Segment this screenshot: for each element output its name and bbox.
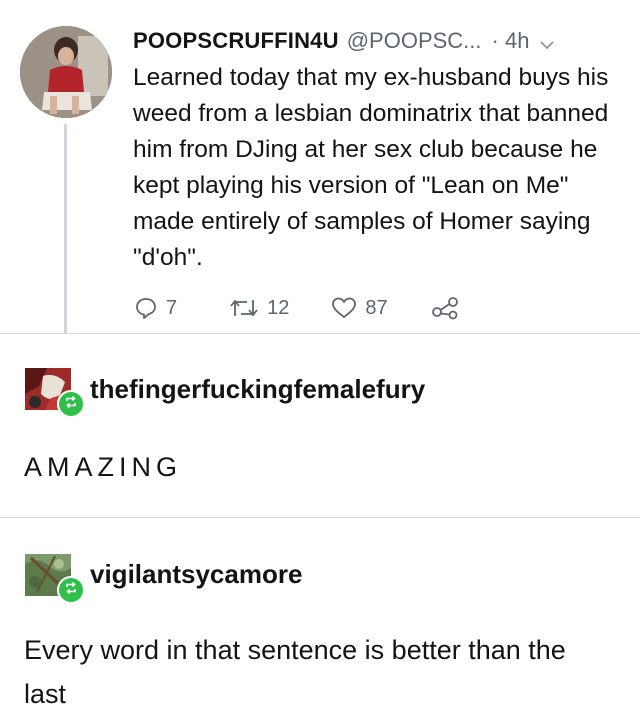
- tweet-header: POOPSCRUFFIN4U @POOPSC... · 4h: [133, 24, 633, 58]
- retweet-count: 12: [267, 296, 290, 319]
- reblog-icon: [64, 581, 78, 600]
- reblog-text: AMAZING: [24, 452, 183, 482]
- like-count: 87: [365, 296, 388, 319]
- reblog-text: Every word in that sentence is better th…: [24, 635, 566, 709]
- reblog-avatar[interactable]: [25, 554, 85, 604]
- reblog-username[interactable]: vigilantsycamore: [90, 559, 302, 590]
- reblog-icon: [64, 395, 78, 414]
- tweet-actions: 7 12 87: [134, 292, 460, 324]
- retweet-action[interactable]: 12: [229, 296, 289, 320]
- reblog-username[interactable]: thefingerfuckingfemalefury: [90, 374, 425, 405]
- reply-icon: [134, 296, 158, 320]
- thread-line: [64, 124, 67, 333]
- tweet-text: Learned today that my ex-husband buys hi…: [133, 64, 609, 271]
- reply-action[interactable]: 7: [134, 296, 177, 320]
- reblog-badge: [57, 390, 85, 418]
- reply-count: 7: [166, 296, 178, 319]
- like-icon: [331, 296, 357, 320]
- reblog-badge: [57, 576, 85, 604]
- share-icon: [431, 296, 460, 320]
- chevron-down-icon[interactable]: [539, 33, 555, 50]
- tweet-card: POOPSCRUFFIN4U @POOPSC... · 4h Learned t…: [0, 0, 640, 333]
- tweet-avatar[interactable]: [20, 26, 112, 118]
- tweet-timestamp[interactable]: · 4h: [492, 28, 530, 54]
- divider: [0, 333, 640, 334]
- share-action[interactable]: [431, 296, 460, 320]
- retweet-icon: [229, 296, 259, 320]
- reblog-avatar[interactable]: [25, 368, 85, 418]
- like-action[interactable]: 87: [331, 296, 388, 320]
- tweet-handle[interactable]: @POOPSC...: [347, 28, 482, 54]
- divider: [0, 517, 640, 518]
- tweet-display-name[interactable]: POOPSCRUFFIN4U: [133, 28, 339, 54]
